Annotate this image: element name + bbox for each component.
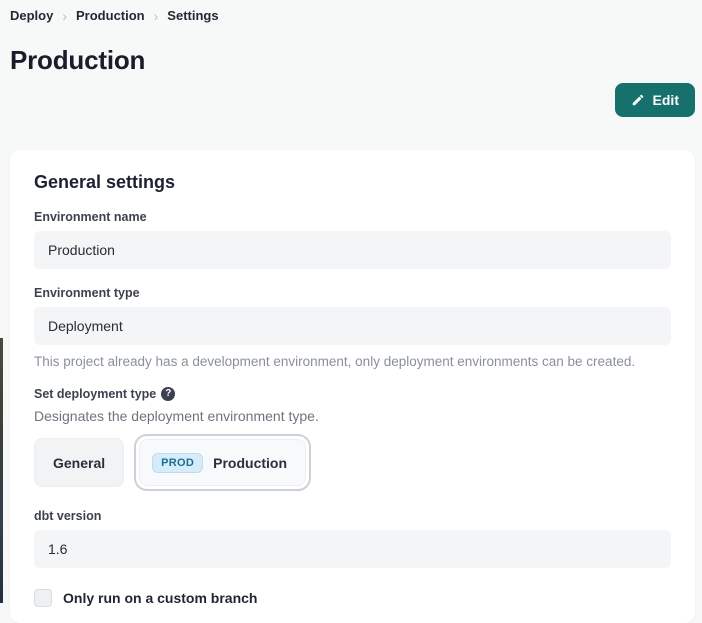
chevron-right-icon: › xyxy=(154,8,159,23)
environment-settings-page: Deploy › Production › Settings Productio… xyxy=(0,0,702,603)
general-settings-card: General settings Environment name Produc… xyxy=(10,150,695,623)
environment-name-label: Environment name xyxy=(34,210,671,224)
dbt-version-value: 1.6 xyxy=(48,541,67,557)
dbt-version-field[interactable]: 1.6 xyxy=(34,530,671,568)
option-general-label: General xyxy=(53,455,105,471)
deployment-type-description: Designates the deployment environment ty… xyxy=(34,408,671,424)
page-title: Production xyxy=(10,45,145,76)
environment-type-label: Environment type xyxy=(34,286,671,300)
deployment-type-options: General PROD Production xyxy=(34,434,671,491)
prod-badge: PROD xyxy=(152,453,203,473)
environment-type-value: Deployment xyxy=(48,318,123,334)
edit-button-label: Edit xyxy=(653,92,679,108)
custom-branch-checkbox[interactable] xyxy=(34,589,52,607)
environment-name-value: Production xyxy=(48,242,115,258)
environment-type-helper-text: This project already has a development e… xyxy=(34,353,671,371)
option-production-label: Production xyxy=(213,455,287,471)
general-settings-heading: General settings xyxy=(34,172,671,193)
edit-button[interactable]: Edit xyxy=(615,83,695,117)
breadcrumb-deploy[interactable]: Deploy xyxy=(10,8,53,23)
breadcrumb-settings[interactable]: Settings xyxy=(167,8,218,23)
chevron-right-icon: › xyxy=(62,8,67,23)
breadcrumb-production[interactable]: Production xyxy=(76,8,145,23)
custom-branch-label: Only run on a custom branch xyxy=(63,590,257,606)
deployment-type-option-general[interactable]: General xyxy=(34,438,124,487)
custom-branch-row[interactable]: Only run on a custom branch xyxy=(34,589,671,607)
dbt-version-label: dbt version xyxy=(34,509,671,523)
environment-name-field[interactable]: Production xyxy=(34,231,671,269)
help-icon[interactable]: ? xyxy=(161,387,175,401)
pencil-icon xyxy=(631,93,645,107)
left-edge-artifact xyxy=(0,338,3,603)
deployment-type-option-production-selected[interactable]: PROD Production xyxy=(134,434,311,491)
deployment-type-label: Set deployment type xyxy=(34,387,156,401)
environment-type-field[interactable]: Deployment xyxy=(34,307,671,345)
breadcrumb: Deploy › Production › Settings xyxy=(10,8,219,23)
deployment-type-option-production-inner: PROD Production xyxy=(139,439,306,486)
deployment-type-label-row: Set deployment type ? xyxy=(34,387,671,401)
